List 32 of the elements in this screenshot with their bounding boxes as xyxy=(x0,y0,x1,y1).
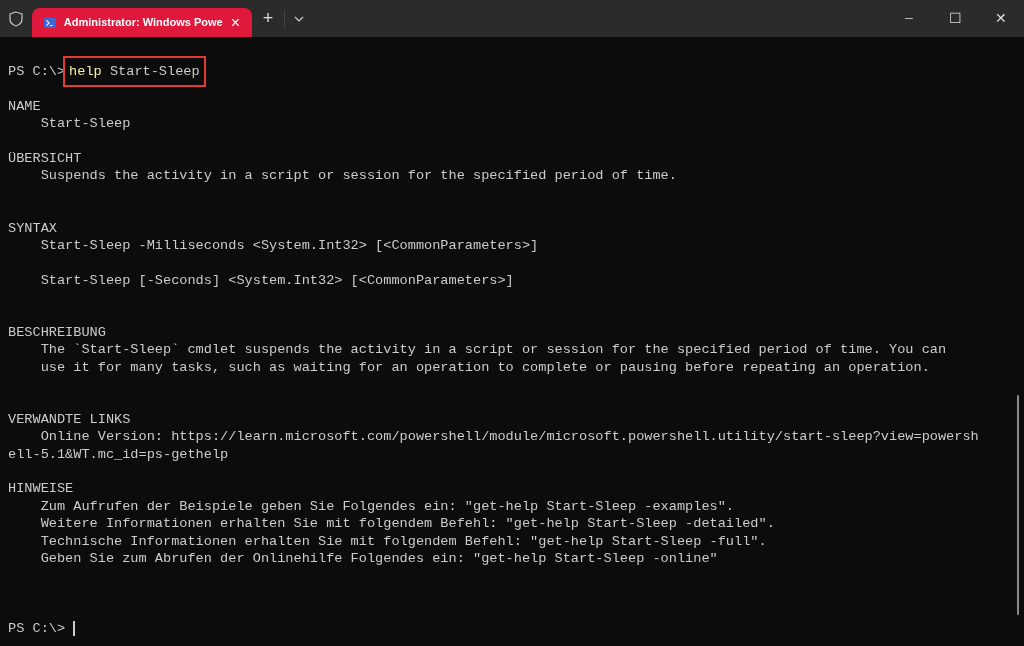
output-line: Online Version: https://learn.microsoft.com/powershell/module/microsoft.powershell.utility/start-sleep?view=powersh xyxy=(39,428,979,446)
output-line: ell-5.1&WT.mc_id=ps-gethelp xyxy=(8,445,229,463)
close-button[interactable]: ✕ xyxy=(978,0,1024,37)
output-line: SYNTAX xyxy=(8,219,57,237)
output-line: Start-Sleep [-Seconds] <System.Int32> [<CommonParameters>] xyxy=(39,271,514,290)
scrollbar[interactable] xyxy=(1017,395,1019,615)
output-line: Suspends the activity in a script or session for the specified period of time. xyxy=(39,167,677,185)
output-line: use it for many tasks, such as waiting for an operation to complete or pausing before repeating an operation. xyxy=(39,358,930,377)
terminal-tab[interactable]: Administrator: Windows Powe × xyxy=(32,8,252,37)
output-line: Start-Sleep -Milliseconds <System.Int32> [<CommonParameters>] xyxy=(39,236,539,255)
new-tab-button[interactable]: + xyxy=(252,0,284,37)
output-line: ÜBERSICHT xyxy=(8,149,82,168)
prompt: PS C:\> xyxy=(8,619,66,637)
text-cursor xyxy=(73,620,75,636)
output-line: BESCHREIBUNG xyxy=(8,323,106,342)
output-line: Weitere Informationen erhalten Sie mit folgendem Befehl: "get-help Start-Sleep -detailed". xyxy=(39,515,775,533)
chevron-down-icon xyxy=(294,15,304,22)
tab-title: Administrator: Windows Powe xyxy=(63,15,223,31)
output-line: Geben Sie zum Abrufen der Onlinehilfe Folgendes ein: "get-help Start-Sleep -online" xyxy=(39,549,718,568)
output-line: Technische Informationen erhalten Sie mit folgendem Befehl: "get-help Start-Sleep -full". xyxy=(39,532,767,550)
powershell-icon xyxy=(44,16,56,29)
output-line: VERWANDTE LINKS xyxy=(8,410,131,429)
output-line: Start-Sleep xyxy=(39,115,131,133)
tab-close-button[interactable]: × xyxy=(230,14,240,31)
shield-icon[interactable] xyxy=(9,10,23,27)
maximize-button[interactable]: ☐ xyxy=(932,0,978,37)
output-line: The `Start-Sleep` cmdlet suspends the activity in a script or session for the specified period of time. You can xyxy=(39,341,947,359)
prompt: PS C:\> xyxy=(8,63,66,81)
minimize-button[interactable]: ─ xyxy=(886,0,932,37)
output-line: NAME xyxy=(8,97,41,116)
output-line: Zum Aufrufen der Beispiele geben Sie Folgendes ein: "get-help Start-Sleep -examples". xyxy=(39,497,735,516)
output-line: HINWEISE xyxy=(8,480,74,498)
